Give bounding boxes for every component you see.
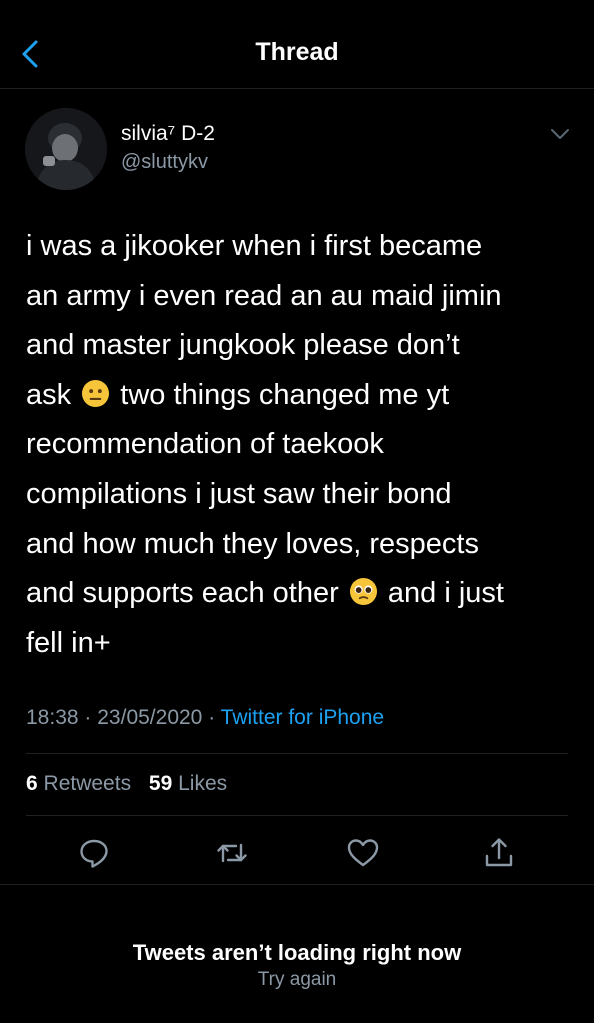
tweet-action-bar bbox=[0, 835, 594, 871]
divider bbox=[0, 884, 594, 885]
tweet-line: an army i even read an au maid jimin bbox=[26, 279, 502, 312]
reply-button[interactable] bbox=[76, 835, 112, 871]
tweet-fragment: two things changed me yt bbox=[120, 378, 450, 411]
heart-icon bbox=[347, 839, 379, 867]
share-button[interactable] bbox=[481, 835, 517, 871]
tweet-line-with-emoji: ask two things changed me yt bbox=[26, 371, 576, 421]
reply-icon bbox=[80, 839, 108, 868]
tweet-stats: 6 Retweets 59 Likes bbox=[26, 772, 239, 796]
tweet-line: recommendation of taekook bbox=[26, 428, 384, 461]
avatar-image bbox=[25, 108, 107, 190]
retweets-label: Retweets bbox=[43, 772, 132, 795]
tweet-fragment: ask bbox=[26, 378, 72, 411]
tweet-fragment: and supports each other bbox=[26, 577, 339, 610]
tweet-metadata: 18:38 · 23/05/2020 · Twitter for iPhone bbox=[26, 706, 384, 730]
tweet-line: and master jungkook please don’t bbox=[26, 329, 460, 362]
tweet-date: 23/05/2020 bbox=[97, 706, 203, 729]
separator: · bbox=[208, 706, 216, 729]
separator: · bbox=[84, 706, 92, 729]
tweet-line: compilations i just saw their bond bbox=[26, 477, 452, 510]
tweet-line: and how much they loves, respects bbox=[26, 527, 479, 560]
avatar[interactable] bbox=[25, 108, 107, 190]
retweets-count: 6 bbox=[26, 772, 38, 795]
like-button[interactable] bbox=[345, 835, 381, 871]
top-nav-bar: Thread bbox=[0, 0, 594, 89]
share-icon bbox=[485, 838, 513, 867]
likes-stat[interactable]: 59 Likes bbox=[149, 772, 227, 795]
tweet-body: i was a jikooker when i first became an … bbox=[26, 222, 576, 668]
page-title: Thread bbox=[255, 38, 339, 66]
neutral-face-emoji bbox=[82, 379, 110, 407]
tweet-fragment: and i just bbox=[387, 577, 504, 610]
tweet-line: fell in+ bbox=[26, 626, 111, 659]
author-handle[interactable]: @sluttykv bbox=[121, 151, 208, 174]
retweets-stat[interactable]: 6 Retweets bbox=[26, 772, 131, 795]
likes-count: 59 bbox=[148, 772, 173, 795]
author-display-name[interactable]: silvia⁷ D-2 bbox=[121, 122, 215, 146]
retweet-icon bbox=[217, 843, 247, 863]
tweet-line-with-emoji: and supports each other and i just bbox=[26, 569, 576, 619]
retweet-button[interactable] bbox=[214, 835, 250, 871]
try-again-button[interactable]: Try again bbox=[258, 969, 337, 990]
tweet-menu-button[interactable] bbox=[548, 124, 572, 144]
error-message: Tweets aren’t loading right now bbox=[132, 940, 462, 965]
chevron-down-icon bbox=[551, 129, 569, 139]
tweet-source-link[interactable]: Twitter for iPhone bbox=[221, 706, 384, 729]
tweet-line: i was a jikooker when i first became bbox=[26, 230, 483, 262]
pleading-face-emoji bbox=[349, 578, 377, 606]
retry-container: Try again bbox=[0, 969, 594, 991]
divider bbox=[26, 815, 568, 816]
divider bbox=[26, 753, 568, 754]
tweet-time: 18:38 bbox=[26, 706, 79, 729]
likes-label: Likes bbox=[178, 772, 228, 795]
